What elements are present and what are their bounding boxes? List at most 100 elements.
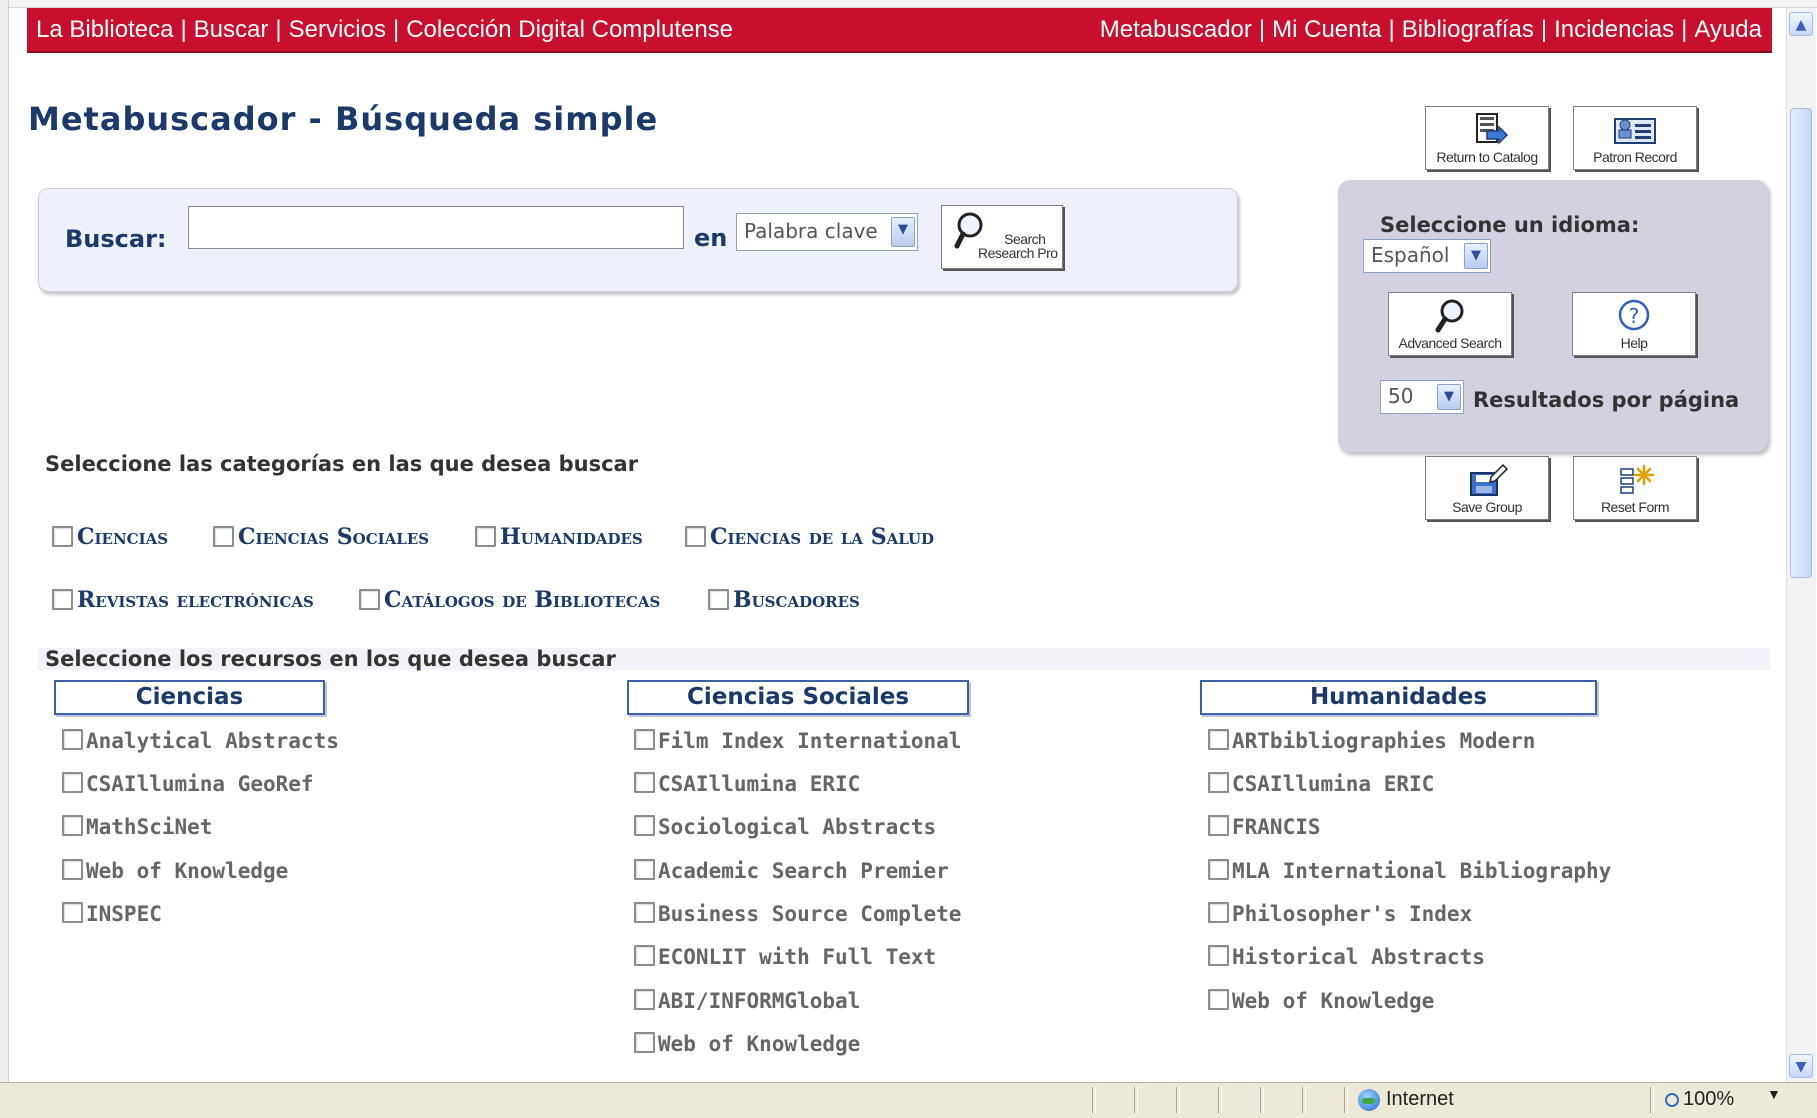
resource-label: Historical Abstracts <box>1232 945 1485 969</box>
patron-record-button[interactable]: Patron Record <box>1573 106 1697 170</box>
resource-item[interactable]: ARTbibliographies Modern <box>1208 729 1535 753</box>
category-humanidades[interactable]: Humanidades <box>475 524 643 550</box>
nav-separator: | <box>1388 16 1395 43</box>
nav-link-incidencias[interactable]: Incidencias <box>1554 16 1674 43</box>
catalog-icon <box>1476 113 1509 145</box>
category-checkbox[interactable] <box>359 588 380 610</box>
resource-label: CSAIllumina ERIC <box>1232 772 1435 796</box>
resource-label: CSAIllumina GeoRef <box>86 772 314 796</box>
category-checkbox[interactable] <box>708 588 729 610</box>
search-research-pro-button[interactable]: Search Research Pro <box>941 205 1063 269</box>
resource-item[interactable]: ECONLIT with Full Text <box>634 945 936 969</box>
return-to-catalog-button[interactable]: Return to Catalog <box>1425 106 1549 170</box>
resource-checkbox[interactable] <box>1208 902 1229 923</box>
magnifier-icon <box>1435 299 1464 333</box>
reset-form-button[interactable]: Reset Form <box>1573 456 1697 520</box>
nav-link-ayuda[interactable]: Ayuda <box>1694 16 1762 43</box>
category-checkbox[interactable] <box>213 525 234 547</box>
resource-item[interactable]: FRANCIS <box>1208 815 1321 839</box>
nav-link-bibliografias[interactable]: Bibliografías <box>1402 16 1534 43</box>
category-checkbox[interactable] <box>52 588 73 610</box>
search-field-select[interactable]: Palabra clave ▼ <box>736 213 918 251</box>
resources-title-bar: Seleccione los recursos en los que desea… <box>38 647 1770 671</box>
patron-record-icon <box>1614 118 1656 144</box>
category-checkbox[interactable] <box>475 525 496 547</box>
nav-link-servicios[interactable]: Servicios <box>289 16 386 43</box>
resource-item[interactable]: Philosopher's Index <box>1208 902 1472 926</box>
search-label: Buscar: <box>65 225 167 253</box>
category-catalogos-de-bibliotecas[interactable]: Catálogos de Bibliotecas <box>359 587 660 613</box>
advanced-search-button[interactable]: Advanced Search <box>1388 292 1512 356</box>
resource-checkbox[interactable] <box>634 945 655 966</box>
scroll-down-button[interactable]: ▼ <box>1789 1054 1813 1078</box>
search-field-select-value: Palabra clave <box>744 219 878 243</box>
save-group-button[interactable]: Save Group <box>1425 456 1549 520</box>
resource-label: MathSciNet <box>86 815 213 839</box>
resource-checkbox[interactable] <box>634 772 655 793</box>
resource-item[interactable]: Academic Search Premier <box>634 859 949 883</box>
nav-link-la-biblioteca[interactable]: La Biblioteca <box>36 16 173 43</box>
category-checkbox[interactable] <box>685 525 706 547</box>
nav-link-metabuscador[interactable]: Metabuscador <box>1100 16 1252 43</box>
resource-item[interactable]: Web of Knowledge <box>62 859 288 883</box>
resource-checkbox[interactable] <box>1208 859 1229 880</box>
scrollbar-thumb[interactable] <box>1790 108 1812 578</box>
resource-checkbox[interactable] <box>62 815 83 836</box>
resource-item[interactable]: Film Index International <box>634 729 961 753</box>
search-in-label: en <box>694 224 728 252</box>
resource-item[interactable]: Web of Knowledge <box>634 1032 860 1056</box>
scroll-up-button[interactable]: ▲ <box>1789 12 1813 36</box>
category-ciencias-de-la-salud[interactable]: Ciencias de la Salud <box>685 524 934 550</box>
resource-item[interactable]: CSAIllumina ERIC <box>634 772 860 796</box>
resource-checkbox[interactable] <box>62 859 83 880</box>
results-per-page-select[interactable]: 50 ▼ <box>1380 380 1464 414</box>
resource-checkbox[interactable] <box>634 729 655 750</box>
category-revistas-electronicas[interactable]: Revistas electrónicas <box>52 587 314 613</box>
resource-item[interactable]: ABI/INFORMGlobal <box>634 989 860 1013</box>
nav-separator: | <box>1540 16 1548 43</box>
search-input[interactable] <box>188 206 684 249</box>
category-checkbox[interactable] <box>52 525 73 547</box>
resource-checkbox[interactable] <box>62 902 83 923</box>
category-buscadores[interactable]: Buscadores <box>708 587 860 613</box>
resource-item[interactable]: Historical Abstracts <box>1208 945 1485 969</box>
resource-item[interactable]: Web of Knowledge <box>1208 989 1434 1013</box>
resource-item[interactable]: CSAIllumina ERIC <box>1208 772 1434 796</box>
resource-checkbox[interactable] <box>1208 729 1229 750</box>
resource-item[interactable]: CSAIllumina GeoRef <box>62 772 314 796</box>
resource-checkbox[interactable] <box>1208 815 1229 836</box>
resource-checkbox[interactable] <box>1208 945 1229 966</box>
security-zone: Internet <box>1358 1088 1454 1111</box>
resource-item[interactable]: Sociological Abstracts <box>634 815 936 839</box>
language-label: Seleccione un idioma: <box>1380 213 1640 237</box>
vertical-scrollbar[interactable]: ▲ ▼ <box>1786 8 1816 1082</box>
resource-item[interactable]: Analytical Abstracts <box>62 729 339 753</box>
resource-checkbox[interactable] <box>634 902 655 923</box>
resource-label: Analytical Abstracts <box>86 729 339 753</box>
resource-checkbox[interactable] <box>634 1032 655 1053</box>
resource-item[interactable]: MLA International Bibliography <box>1208 859 1611 883</box>
nav-link-buscar[interactable]: Buscar <box>194 16 269 43</box>
resource-item[interactable]: INSPEC <box>62 902 162 926</box>
category-label: Revistas electrónicas <box>77 587 314 613</box>
help-button[interactable]: ? Help <box>1572 292 1696 356</box>
nav-link-mi-cuenta[interactable]: Mi Cuenta <box>1272 16 1381 43</box>
zoom-dropdown-icon[interactable]: ▼ <box>1767 1086 1781 1102</box>
category-ciencias[interactable]: Ciencias <box>52 524 168 550</box>
status-divider <box>1092 1087 1096 1113</box>
resource-item[interactable]: Business Source Complete <box>634 902 961 926</box>
category-ciencias-sociales[interactable]: Ciencias Sociales <box>213 524 429 550</box>
nav-link-coleccion-digital[interactable]: Colección Digital Complutense <box>406 16 733 43</box>
zoom-level[interactable]: 100% <box>1665 1088 1734 1111</box>
resource-checkbox[interactable] <box>1208 989 1229 1010</box>
resource-item[interactable]: MathSciNet <box>62 815 212 839</box>
resource-checkbox[interactable] <box>62 729 83 750</box>
resource-checkbox[interactable] <box>62 772 83 793</box>
resource-checkbox[interactable] <box>634 815 655 836</box>
language-select[interactable]: Español ▼ <box>1363 239 1491 273</box>
resource-checkbox[interactable] <box>634 859 655 880</box>
resource-checkbox[interactable] <box>1208 772 1229 793</box>
nav-separator: | <box>275 16 282 43</box>
reset-form-icon <box>1620 464 1655 494</box>
resource-checkbox[interactable] <box>634 989 655 1010</box>
